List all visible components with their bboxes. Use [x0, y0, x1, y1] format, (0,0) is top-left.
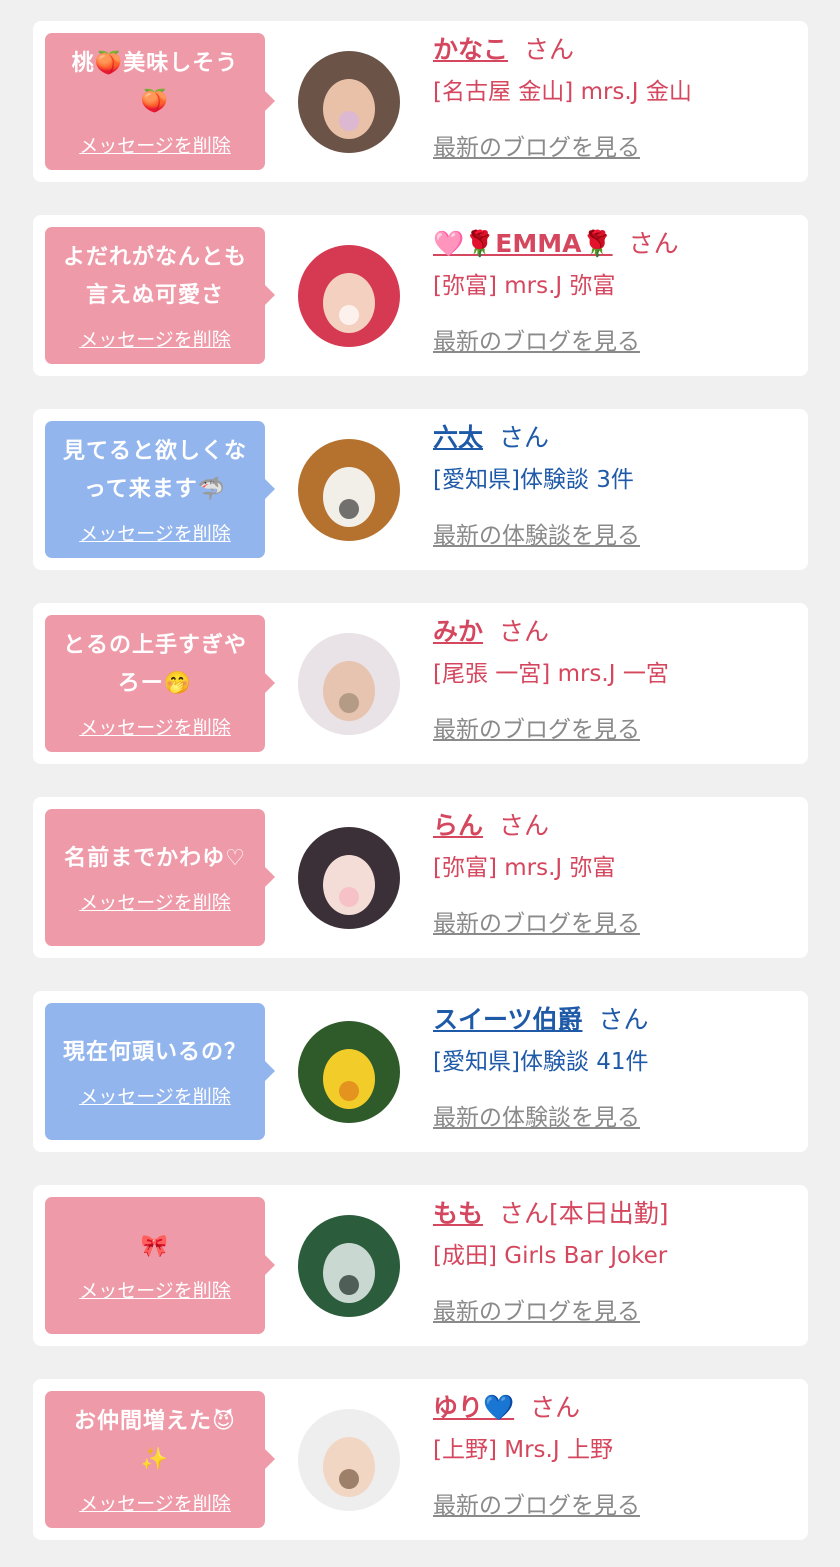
latest-post-link[interactable]: 最新のブログを見る [433, 1486, 640, 1520]
name-suffix: さん [499, 811, 550, 840]
avatar-image [298, 51, 400, 153]
name-suffix: さん [628, 229, 679, 258]
profile-name-link[interactable]: スイーツ伯爵 [433, 1005, 583, 1034]
name-line: スイーツ伯爵 さん [433, 1001, 803, 1043]
message-bubble: とるの上手すぎや ろー🤭 メッセージを削除 [45, 615, 275, 752]
name-line: らん さん [433, 807, 803, 849]
favorite-card: 見てると欲しくな って来ます🦈 メッセージを削除 六太 さん [愛知県]体験談 3… [33, 409, 808, 570]
profile-info: ゆり💙 さん [上野] Mrs.J 上野 最新のブログを見る [433, 1389, 803, 1520]
profile-info: 六太 さん [愛知県]体験談 3件 最新の体験談を見る [433, 419, 803, 550]
favorites-list: 桃🍑美味しそう 🍑 メッセージを削除 かなこ さん [名古屋 金山] mrs.J … [0, 0, 840, 1567]
message-bubble: 🎀 メッセージを削除 [45, 1197, 275, 1334]
shop-info: [愛知県]体験談 41件 [433, 1049, 649, 1075]
message-text: とるの上手すぎや ろー🤭 [62, 633, 247, 696]
profile-info: みか さん [尾張 一宮] mrs.J 一宮 最新のブログを見る [433, 613, 803, 744]
avatar[interactable] [298, 51, 400, 153]
delete-message-link[interactable]: メッセージを削除 [79, 1082, 231, 1109]
profile-name-link[interactable]: もも [433, 1199, 483, 1228]
avatar[interactable] [298, 1215, 400, 1317]
avatar-image [298, 827, 400, 929]
avatar[interactable] [298, 1409, 400, 1511]
profile-info: 🩷🌹EMMA🌹 さん [弥富] mrs.J 弥富 最新のブログを見る [433, 225, 803, 356]
profile-name-link[interactable]: らん [433, 811, 483, 840]
avatar[interactable] [298, 1021, 400, 1123]
message-bubble: 名前までかわゆ♡ メッセージを削除 [45, 809, 275, 946]
message-text: 現在何頭いるの？ [62, 1040, 247, 1065]
message-text: よだれがなんとも 言えぬ可愛さ [62, 245, 247, 308]
avatar[interactable] [298, 439, 400, 541]
latest-post-link[interactable]: 最新の体験談を見る [433, 1098, 640, 1132]
delete-message-link[interactable]: メッセージを削除 [79, 1276, 231, 1303]
favorite-card: よだれがなんとも 言えぬ可愛さ メッセージを削除 🩷🌹EMMA🌹 さん [弥富] … [33, 215, 808, 376]
delete-message-link[interactable]: メッセージを削除 [79, 519, 231, 546]
name-suffix: さん[本日出勤] [499, 1199, 669, 1228]
message-bubble: 見てると欲しくな って来ます🦈 メッセージを削除 [45, 421, 275, 558]
shop-info: [名古屋 金山] mrs.J 金山 [433, 79, 692, 105]
favorite-card: とるの上手すぎや ろー🤭 メッセージを削除 みか さん [尾張 一宮] mrs.J… [33, 603, 808, 764]
name-suffix: さん [598, 1005, 649, 1034]
latest-post-link[interactable]: 最新のブログを見る [433, 128, 640, 162]
delete-message-link[interactable]: メッセージを削除 [79, 1489, 231, 1516]
shop-info: [尾張 一宮] mrs.J 一宮 [433, 661, 669, 687]
favorite-card: 桃🍑美味しそう 🍑 メッセージを削除 かなこ さん [名古屋 金山] mrs.J … [33, 21, 808, 182]
avatar-image [298, 439, 400, 541]
shop-info: [上野] Mrs.J 上野 [433, 1437, 613, 1463]
message-text: 名前までかわゆ♡ [64, 846, 246, 871]
name-suffix: さん [499, 617, 550, 646]
shop-info: [成田] Girls Bar Joker [433, 1243, 668, 1269]
name-suffix: さん [499, 423, 550, 452]
avatar-image [298, 1021, 400, 1123]
latest-post-link[interactable]: 最新のブログを見る [433, 710, 640, 744]
name-suffix: さん [530, 1393, 581, 1422]
delete-message-link[interactable]: メッセージを削除 [79, 325, 231, 352]
profile-info: らん さん [弥富] mrs.J 弥富 最新のブログを見る [433, 807, 803, 938]
avatar-image [298, 1409, 400, 1511]
avatar[interactable] [298, 245, 400, 347]
profile-name-link[interactable]: かなこ [433, 35, 508, 64]
message-text: お仲間増えた😈 ✨ [74, 1409, 236, 1472]
favorite-card: お仲間増えた😈 ✨ メッセージを削除 ゆり💙 さん [上野] Mrs.J 上野 最… [33, 1379, 808, 1540]
message-bubble: よだれがなんとも 言えぬ可愛さ メッセージを削除 [45, 227, 275, 364]
latest-post-link[interactable]: 最新のブログを見る [433, 322, 640, 356]
profile-info: スイーツ伯爵 さん [愛知県]体験談 41件 最新の体験談を見る [433, 1001, 803, 1132]
delete-message-link[interactable]: メッセージを削除 [79, 713, 231, 740]
profile-info: かなこ さん [名古屋 金山] mrs.J 金山 最新のブログを見る [433, 31, 803, 162]
favorite-card: 現在何頭いるの？ メッセージを削除 スイーツ伯爵 さん [愛知県]体験談 41件 … [33, 991, 808, 1152]
avatar-image [298, 245, 400, 347]
favorite-card: 🎀 メッセージを削除 もも さん[本日出勤] [成田] Girls Bar Jok… [33, 1185, 808, 1346]
avatar[interactable] [298, 827, 400, 929]
message-bubble: 桃🍑美味しそう 🍑 メッセージを削除 [45, 33, 275, 170]
latest-post-link[interactable]: 最新の体験談を見る [433, 516, 640, 550]
shop-info: [愛知県]体験談 3件 [433, 467, 634, 493]
message-bubble: お仲間増えた😈 ✨ メッセージを削除 [45, 1391, 275, 1528]
message-text: 桃🍑美味しそう 🍑 [71, 51, 239, 114]
delete-message-link[interactable]: メッセージを削除 [79, 131, 231, 158]
profile-info: もも さん[本日出勤] [成田] Girls Bar Joker 最新のブログを見… [433, 1195, 803, 1326]
message-bubble: 現在何頭いるの？ メッセージを削除 [45, 1003, 275, 1140]
message-text: 🎀 [140, 1234, 170, 1259]
avatar-image [298, 1215, 400, 1317]
name-line: みか さん [433, 613, 803, 655]
name-line: かなこ さん [433, 31, 803, 73]
latest-post-link[interactable]: 最新のブログを見る [433, 1292, 640, 1326]
name-line: もも さん[本日出勤] [433, 1195, 803, 1237]
name-line: 🩷🌹EMMA🌹 さん [433, 225, 803, 267]
avatar-image [298, 633, 400, 735]
name-line: 六太 さん [433, 419, 803, 461]
profile-name-link[interactable]: ゆり💙 [433, 1393, 514, 1422]
profile-name-link[interactable]: 六太 [433, 423, 483, 452]
name-suffix: さん [524, 35, 575, 64]
favorite-card: 名前までかわゆ♡ メッセージを削除 らん さん [弥富] mrs.J 弥富 最新の… [33, 797, 808, 958]
delete-message-link[interactable]: メッセージを削除 [79, 888, 231, 915]
message-text: 見てると欲しくな って来ます🦈 [62, 439, 247, 502]
latest-post-link[interactable]: 最新のブログを見る [433, 904, 640, 938]
shop-info: [弥富] mrs.J 弥富 [433, 273, 616, 299]
name-line: ゆり💙 さん [433, 1389, 803, 1431]
avatar[interactable] [298, 633, 400, 735]
profile-name-link[interactable]: みか [433, 617, 483, 646]
shop-info: [弥富] mrs.J 弥富 [433, 855, 616, 881]
profile-name-link[interactable]: 🩷🌹EMMA🌹 [433, 229, 613, 258]
